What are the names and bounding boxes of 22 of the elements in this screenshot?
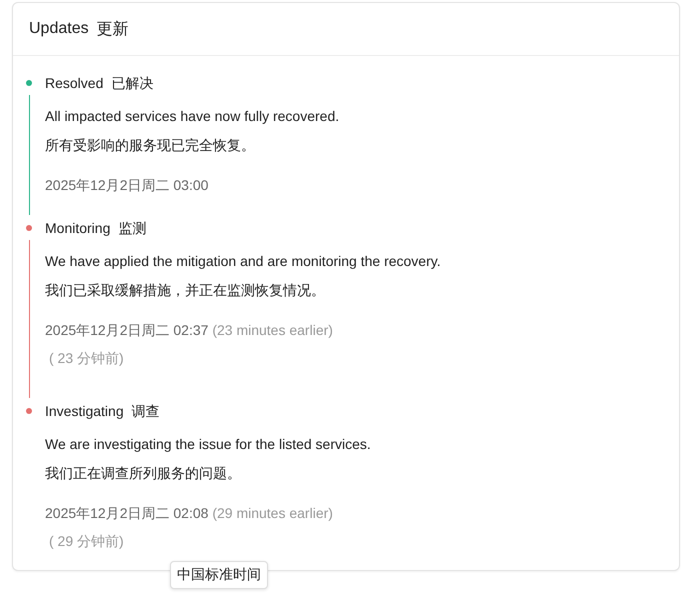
- update-message: 所有受影响的服务现已完全恢复。: [45, 136, 256, 155]
- update-message: 我们已采取缓解措施，并正在监测恢复情况。: [45, 281, 326, 300]
- relative-time: (29 minutes earlier): [212, 505, 333, 521]
- update-message: We are investigating the issue for the listed services.: [45, 435, 372, 454]
- timestamp: 2025年12月2日周二 02:37: [45, 322, 208, 338]
- update-message: We have applied the mitigation and are monitoring the recovery.: [45, 252, 442, 271]
- relative-time: (23 minutes earlier): [212, 322, 333, 338]
- tooltip: 中国标准时间: [170, 561, 268, 589]
- update-message: 我们正在调查所列服务的问题。: [45, 464, 242, 483]
- card-title: 更新: [96, 20, 129, 40]
- relative-time: ( 29 分钟前): [48, 533, 124, 549]
- status-label: Investigating: [45, 402, 124, 421]
- update-message: All impacted services have now fully recovered.: [45, 107, 340, 126]
- status-label: 调查: [132, 402, 160, 421]
- status-label: Resolved: [45, 74, 104, 93]
- relative-time: ( 23 分钟前): [48, 350, 124, 366]
- status-label: Monitoring: [45, 219, 110, 238]
- timestamp: 2025年12月2日周二 03:00: [45, 177, 208, 193]
- card-title: Updates: [29, 20, 89, 38]
- timestamp: 2025年12月2日周二 02:08: [45, 505, 208, 521]
- status-label: 监测: [118, 219, 146, 238]
- status-label: 已解决: [111, 74, 154, 93]
